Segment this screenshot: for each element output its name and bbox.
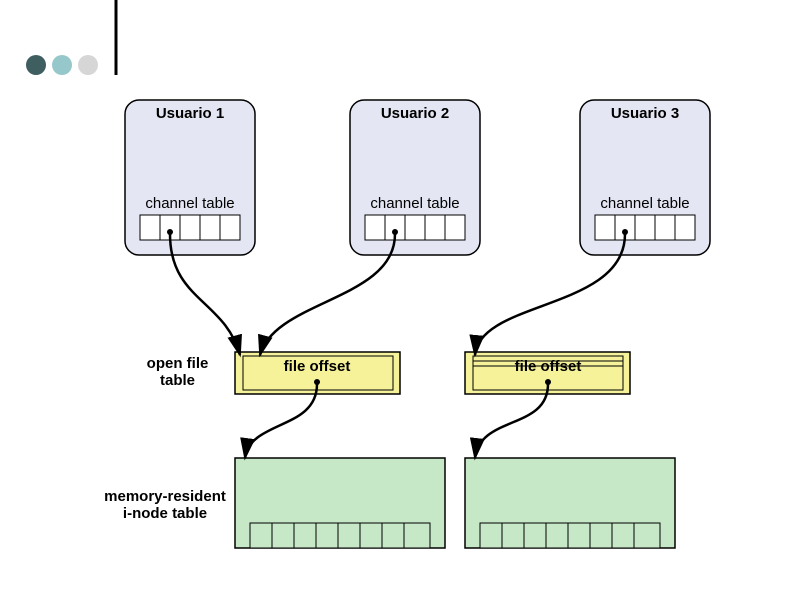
file-offset-label: file offset [284,358,351,375]
channel-table-icon [365,215,465,240]
user-title: Usuario 3 [611,105,679,122]
channel-table-label: channel table [600,195,689,212]
user-box-3: Usuario 3 channel table [580,100,710,255]
bullet-icon [26,55,46,75]
file-offset-label: file offset [515,358,582,375]
bullet-icon [52,55,72,75]
channel-table-icon [140,215,240,240]
arrow-icon [475,384,548,458]
inode-table-2 [465,458,675,548]
channel-table-label: channel table [145,195,234,212]
channel-table-label: channel table [370,195,459,212]
channel-table-icon [595,215,695,240]
user-title: Usuario 2 [381,105,449,122]
user-box-2: Usuario 2 channel table [350,100,480,255]
user-title: Usuario 1 [156,105,224,122]
arrow-icon [245,384,317,458]
bullet-icon [78,55,98,75]
open-file-table-label: open file table [130,355,225,389]
inode-table-label: memory-resident i-node table [100,488,230,522]
inode-table-1 [235,458,445,548]
user-box-1: Usuario 1 channel table [125,100,255,255]
